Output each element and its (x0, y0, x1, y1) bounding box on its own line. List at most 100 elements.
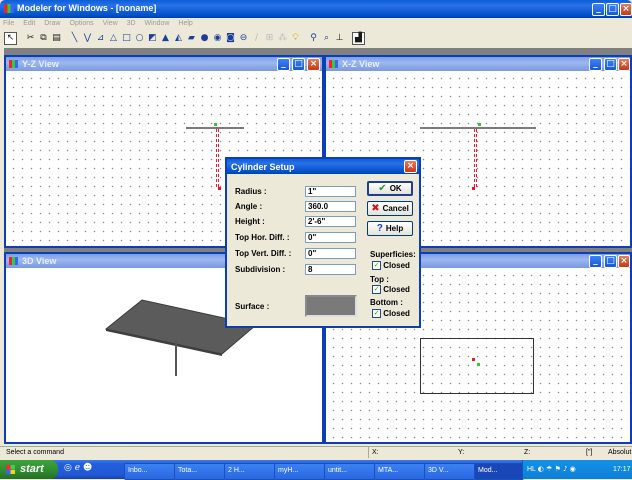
cut-icon[interactable]: ✂ (25, 33, 36, 44)
taskbar-item-3dv[interactable]: 3D V... (424, 463, 476, 480)
handle-center-2 (477, 363, 480, 366)
xz-minimize-button[interactable]: _ (589, 58, 602, 71)
view-icon (329, 60, 338, 68)
cone-icon[interactable]: ⊖ (238, 33, 249, 44)
menu-window[interactable]: Window (145, 20, 170, 27)
menu-draw[interactable]: Draw (44, 20, 60, 27)
torus-icon[interactable]: ◉ (212, 33, 223, 44)
dialog-close-button[interactable]: × (404, 160, 417, 173)
checkbox-icon: ✓ (372, 285, 381, 295)
top-hor-diff-label: Top Hor. Diff. : (235, 233, 290, 242)
surface-color-swatch[interactable] (305, 295, 357, 317)
height-input[interactable]: 2'-6" (305, 216, 356, 227)
ok-button[interactable]: ✔ OK (367, 181, 413, 196)
taskbar-label: 2 H... (228, 467, 245, 474)
chart-icon[interactable]: ▟ (352, 31, 365, 45)
status-message: Select a command (6, 449, 64, 456)
taskbar-item-myh[interactable]: myH... (274, 463, 326, 480)
taskbar-item-untitled[interactable]: untit... (324, 463, 376, 480)
menu-view[interactable]: View (103, 20, 118, 27)
circle-icon[interactable]: ○ (134, 33, 145, 44)
close-button[interactable]: × (620, 3, 632, 16)
xy-close-button[interactable]: × (618, 255, 630, 268)
cylinder-icon[interactable]: ◙ (225, 33, 236, 44)
copy-icon[interactable]: ⧉ (38, 33, 49, 44)
taskbar-item-2h[interactable]: 2 H... (224, 463, 276, 480)
superficies-closed-checkbox[interactable]: ✓ Closed (372, 261, 410, 271)
radius-input[interactable]: 1" (305, 186, 356, 197)
app-title-bar[interactable]: Modeler for Windows - [noname] _ □ × (0, 0, 632, 18)
zoom-icon[interactable]: ⚲ (308, 33, 319, 44)
top-hor-diff-input[interactable]: 0" (305, 232, 356, 243)
toolbar: ↖ ✂ ⧉ ▤ ╲ ⋁ ⊿ △ □ ○ ◩ ▲ ◭ ▰ ● ◉ ◙ ⊖ ∕ ⊞ … (4, 30, 454, 46)
yz-minimize-button[interactable]: _ (277, 58, 290, 71)
bottom-closed-checkbox[interactable]: ✓ Closed (372, 309, 410, 319)
box-icon[interactable]: ▰ (186, 33, 197, 44)
polyline-icon[interactable]: ⋁ (82, 33, 93, 44)
dialog-title-bar[interactable]: Cylinder Setup × (227, 159, 419, 174)
line-icon[interactable]: ╲ (69, 33, 80, 44)
prism-icon[interactable]: ◭ (173, 33, 184, 44)
snap-icon[interactable]: ⁂ (277, 33, 288, 44)
taskbar-item-mta[interactable]: MTA... (374, 463, 426, 480)
top-vert-diff-row: Top Vert. Diff. : (235, 249, 291, 258)
handle-center (472, 358, 475, 361)
paste-icon[interactable]: ▤ (51, 33, 62, 44)
xz-maximize-button[interactable]: □ (604, 58, 617, 71)
yz-view-title-bar[interactable]: Y-Z View _ □ × (6, 57, 322, 71)
light-icon[interactable]: 💡︎ (290, 33, 301, 44)
menu-3d[interactable]: 3D (127, 20, 136, 27)
menu-help[interactable]: Help (178, 20, 192, 27)
taskbar-label: Inbo... (128, 467, 148, 474)
menu-options[interactable]: Options (70, 20, 94, 27)
language-indicator[interactable]: HL (527, 466, 536, 473)
cancel-button[interactable]: ✖ Cancel (367, 201, 413, 216)
yz-close-button[interactable]: × (307, 58, 320, 71)
top-vert-diff-input[interactable]: 0" (305, 248, 356, 259)
triangle-icon[interactable]: △ (108, 33, 119, 44)
minimize-button[interactable]: _ (592, 3, 605, 16)
taskbar-label: Tota... (178, 467, 198, 474)
top-vert-diff-label: Top Vert. Diff. : (235, 249, 292, 258)
start-button[interactable]: start (0, 460, 58, 479)
tray-icons[interactable]: ◐ ☂ ⚑ ♪ ◉ (538, 465, 576, 473)
measure-icon[interactable]: ∕ (251, 33, 262, 44)
angle-input[interactable]: 360.0 (305, 201, 356, 212)
xy-maximize-button[interactable]: □ (604, 255, 617, 268)
xz-view-title-bar[interactable]: X-Z View _ □ × (326, 57, 630, 71)
taskbar-item-inbox[interactable]: Inbo... (124, 463, 176, 480)
zoom-fit-icon[interactable]: ⌕ (321, 33, 332, 44)
sphere-icon[interactable]: ● (199, 33, 210, 44)
taskbar-item-modeler[interactable]: Mod... (474, 463, 524, 480)
xz-close-button[interactable]: × (618, 58, 630, 71)
select-arrow-icon[interactable]: ↖ (4, 31, 17, 45)
top-closed-checkbox[interactable]: ✓ Closed (372, 285, 410, 295)
xy-minimize-button[interactable]: _ (589, 255, 602, 268)
cube-icon[interactable]: ◩ (147, 33, 158, 44)
status-z: Z: (524, 449, 531, 456)
height-label: Height : (235, 217, 265, 226)
taskbar-label: 3D V... (428, 467, 449, 474)
quicklaunch-icons[interactable]: ◎ ℯ ☻ (64, 463, 92, 473)
top-label: Top : (370, 275, 389, 284)
cylinder-selection (216, 129, 219, 187)
menu-file[interactable]: File (3, 20, 14, 27)
radius-label: Radius : (235, 187, 267, 196)
pyramid-icon[interactable]: ▲ (160, 33, 171, 44)
menu-bar: File Edit Draw Options View 3D Window He… (0, 18, 632, 29)
yz-maximize-button[interactable]: □ (292, 58, 305, 71)
checkbox-icon: ✓ (372, 309, 381, 319)
status-mode: Absolut (608, 449, 632, 456)
menu-edit[interactable]: Edit (23, 20, 35, 27)
polygon-icon[interactable]: ⊿ (95, 33, 106, 44)
maximize-button[interactable]: □ (606, 3, 619, 16)
grid-icon[interactable]: ⊞ (264, 33, 275, 44)
rectangle-icon[interactable]: □ (121, 33, 132, 44)
help-button[interactable]: ? Help (367, 221, 413, 236)
taskbar-label: untit... (328, 467, 348, 474)
axis-icon[interactable]: ⊥ (334, 33, 345, 44)
taskbar-item-tota[interactable]: Tota... (174, 463, 226, 480)
status-x: X: (368, 447, 379, 458)
subdivision-input[interactable]: 8 (305, 264, 356, 275)
x-icon: ✖ (371, 203, 380, 214)
